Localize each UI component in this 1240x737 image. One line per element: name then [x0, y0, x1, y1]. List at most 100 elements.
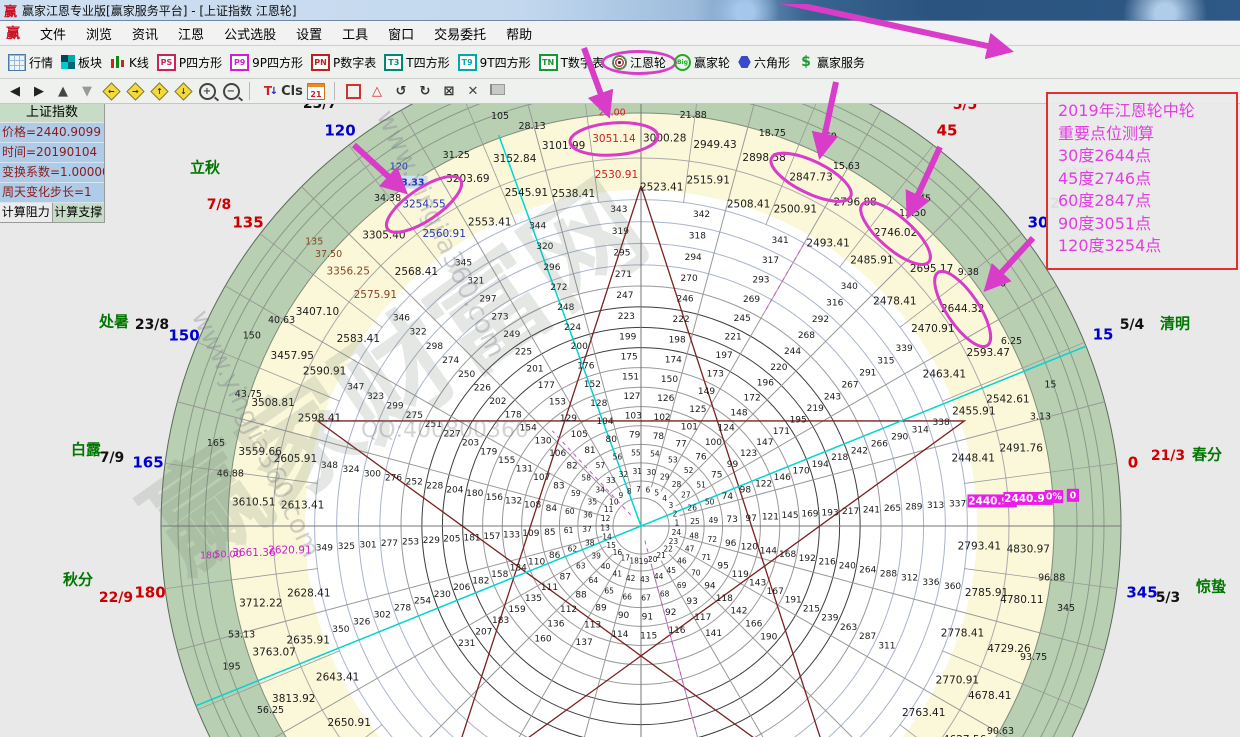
- svg-text:0: 0: [1128, 454, 1138, 472]
- flag-icon[interactable]: [488, 82, 506, 100]
- toolbar-P数字表[interactable]: PNP数字表: [307, 52, 380, 73]
- toolbar-T四方形[interactable]: T3T四方形: [380, 52, 453, 73]
- svg-text:294: 294: [685, 253, 702, 263]
- svg-text:124: 124: [718, 424, 735, 434]
- nav-down-icon[interactable]: ▼: [78, 82, 96, 100]
- svg-text:168: 168: [779, 550, 796, 560]
- toolbar-赢家轮[interactable]: Big赢家轮: [670, 52, 734, 73]
- t-updown-icon[interactable]: T: [259, 82, 277, 100]
- toolbar-P四方形[interactable]: PSP四方形: [153, 52, 226, 73]
- svg-text:40.63: 40.63: [268, 315, 295, 326]
- svg-text:9: 9: [618, 491, 623, 500]
- svg-text:171: 171: [773, 427, 790, 437]
- pan-down-icon[interactable]: ↓: [174, 82, 192, 100]
- panel-field: 价格=2440.9099: [0, 123, 104, 143]
- nav-right-icon[interactable]: ▶: [30, 82, 48, 100]
- svg-text:220: 220: [770, 363, 787, 373]
- svg-text:221: 221: [725, 333, 742, 343]
- svg-text:58: 58: [581, 473, 591, 482]
- menu-交易委托[interactable]: 交易委托: [424, 21, 496, 45]
- nav-up-icon[interactable]: ▲: [54, 82, 72, 100]
- toolbar-行情[interactable]: 行情: [4, 52, 57, 73]
- calc-support-button[interactable]: 计算支撑: [53, 203, 105, 222]
- svg-text:68: 68: [660, 590, 670, 599]
- cls-button[interactable]: Cls: [283, 82, 301, 100]
- menu-窗口[interactable]: 窗口: [378, 21, 424, 45]
- svg-text:266: 266: [871, 439, 888, 449]
- menu-工具[interactable]: 工具: [332, 21, 378, 45]
- svg-text:4: 4: [662, 494, 667, 503]
- svg-text:292: 292: [812, 315, 829, 325]
- svg-text:114: 114: [611, 630, 628, 640]
- svg-text:180: 180: [134, 584, 165, 602]
- svg-text:317: 317: [762, 256, 779, 266]
- menu-设置[interactable]: 设置: [286, 21, 332, 45]
- zoom-out-icon[interactable]: −: [222, 82, 240, 100]
- svg-text:96.88: 96.88: [1038, 573, 1065, 584]
- svg-text:125: 125: [689, 405, 706, 415]
- svg-text:254: 254: [414, 597, 431, 607]
- svg-text:122: 122: [755, 479, 772, 489]
- menu-公式选股[interactable]: 公式选股: [214, 21, 286, 45]
- svg-text:265: 265: [884, 504, 901, 514]
- toolbar-板块[interactable]: 板块: [57, 52, 106, 73]
- svg-text:2478.41: 2478.41: [873, 295, 916, 307]
- svg-text:96: 96: [725, 539, 737, 549]
- zoom-in-icon[interactable]: +: [198, 82, 216, 100]
- toolbar-K线[interactable]: K线: [106, 52, 153, 73]
- svg-text:44: 44: [654, 572, 664, 581]
- toolbar-9T四方形[interactable]: T99T四方形: [454, 52, 535, 73]
- svg-text:341: 341: [772, 236, 789, 246]
- svg-text:339: 339: [896, 344, 913, 354]
- svg-text:148: 148: [730, 409, 747, 419]
- svg-text:160: 160: [534, 634, 551, 644]
- nav-left-icon[interactable]: ◀: [6, 82, 24, 100]
- menu-帮助[interactable]: 帮助: [496, 21, 542, 45]
- menu-logo-icon: 赢: [6, 23, 20, 43]
- menu-文件[interactable]: 文件: [30, 21, 76, 45]
- square-tool-icon[interactable]: [344, 82, 362, 100]
- menu-浏览[interactable]: 浏览: [76, 21, 122, 45]
- svg-text:49: 49: [709, 516, 719, 525]
- svg-text:45: 45: [667, 566, 677, 575]
- delete-box-icon[interactable]: ⊠: [440, 82, 458, 100]
- toolbar-label: 9T四方形: [480, 54, 531, 71]
- svg-text:7/9: 7/9: [100, 450, 125, 466]
- svg-text:2628.41: 2628.41: [287, 588, 330, 600]
- pan-up-icon[interactable]: ↑: [150, 82, 168, 100]
- toolbar-赢家服务[interactable]: $赢家服务: [794, 52, 869, 73]
- svg-text:107: 107: [533, 473, 550, 483]
- svg-text:28.13: 28.13: [519, 121, 546, 132]
- svg-text:240: 240: [839, 562, 856, 572]
- menu-资讯[interactable]: 资讯: [122, 21, 168, 45]
- svg-text:100: 100: [705, 438, 722, 448]
- toolbar-江恩轮[interactable]: 江恩轮: [608, 52, 670, 73]
- svg-text:56.25: 56.25: [257, 705, 284, 716]
- rotate-ccw-icon[interactable]: ↺: [392, 82, 410, 100]
- svg-text:290: 290: [891, 432, 908, 442]
- svg-text:处暑: 处暑: [98, 313, 129, 331]
- calendar-icon[interactable]: 21: [307, 82, 325, 100]
- calc-resistance-button[interactable]: 计算阻力: [0, 203, 53, 222]
- toolbar-label: 行情: [29, 54, 53, 71]
- svg-text:245: 245: [734, 314, 751, 324]
- menu-江恩[interactable]: 江恩: [168, 21, 214, 45]
- triangle-tool-icon[interactable]: △: [368, 82, 386, 100]
- svg-text:2470.91: 2470.91: [911, 323, 954, 335]
- pan-right-icon[interactable]: →: [126, 82, 144, 100]
- svg-text:111: 111: [541, 583, 558, 593]
- svg-text:5/4: 5/4: [1120, 317, 1145, 333]
- toolbar-六角形[interactable]: 六角形: [734, 52, 794, 73]
- svg-text:311: 311: [878, 641, 895, 651]
- cross-arrows-icon[interactable]: ✕: [464, 82, 482, 100]
- svg-text:115: 115: [640, 632, 657, 642]
- pan-left-icon[interactable]: ←: [102, 82, 120, 100]
- svg-text:7/8: 7/8: [207, 197, 232, 213]
- svg-text:288: 288: [880, 570, 897, 580]
- svg-text:145: 145: [781, 511, 798, 521]
- toolbar-9P四方形[interactable]: P99P四方形: [226, 52, 307, 73]
- svg-text:167: 167: [767, 587, 784, 597]
- rotate-cw-icon[interactable]: ↻: [416, 82, 434, 100]
- toolbar-T数字表[interactable]: TNT数字表: [535, 52, 608, 73]
- svg-text:33: 33: [606, 476, 616, 485]
